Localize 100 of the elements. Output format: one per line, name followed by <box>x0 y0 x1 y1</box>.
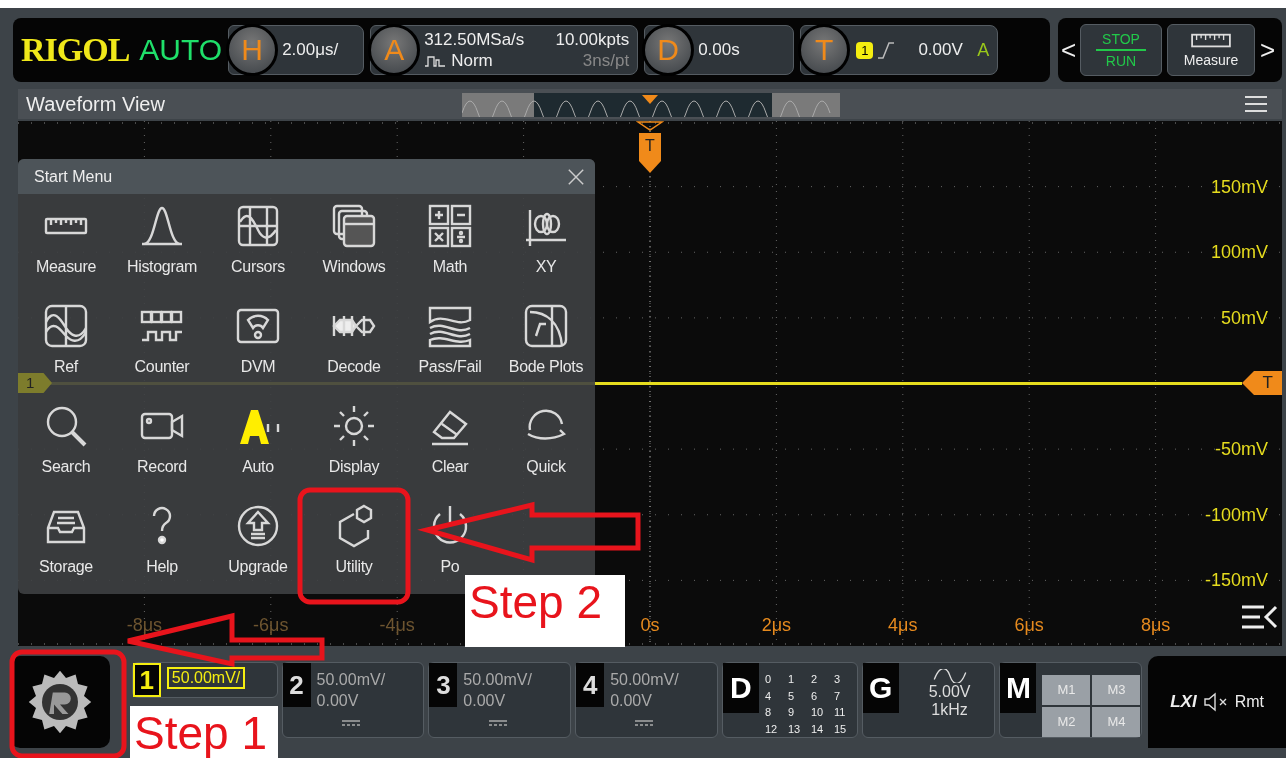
time-axis-label: 8μs <box>1140 615 1171 636</box>
time-axis-label: 0s <box>640 615 660 636</box>
digital-bit-label: 0 <box>764 672 772 687</box>
start-menu-item[interactable]: Quick <box>498 394 594 494</box>
stacked-windows-icon <box>330 202 378 250</box>
start-menu-item[interactable]: XY <box>498 194 594 294</box>
collapse-menu-icon[interactable] <box>1240 603 1280 631</box>
start-menu-item[interactable]: Math <box>402 194 498 294</box>
trigger-panel[interactable]: T 1 0.00V A <box>800 25 999 75</box>
time-axis-label: -6μs <box>253 615 289 636</box>
time-axis-label: -8μs <box>126 615 163 636</box>
digital-bit-label: 12 <box>764 721 779 737</box>
digital-bit-label: 14 <box>810 721 825 737</box>
channel-card[interactable]: 1 50.00mV/ <box>131 662 278 698</box>
channel-scale: 50.00mV/ <box>610 671 679 689</box>
close-icon[interactable] <box>567 167 585 186</box>
time-axis-label: 4μs <box>888 615 918 636</box>
digital-bit-label: 1 <box>787 672 795 687</box>
digital-letter: D <box>722 663 759 713</box>
trigger-sweep: A <box>977 39 990 61</box>
channel-scale: 50.00mV/ <box>463 671 532 689</box>
trigger-source-badge: 1 <box>856 41 874 59</box>
start-menu-item[interactable]: Storage <box>18 494 114 594</box>
trigger-level-marker[interactable]: T <box>1242 371 1282 395</box>
start-menu-item[interactable]: Counter <box>114 294 210 394</box>
digital-bit-label: 10 <box>810 705 825 720</box>
measure-button[interactable]: Measure <box>1167 24 1255 76</box>
memory-depth: 10.00kpts <box>554 29 630 50</box>
digital-bit-label: 9 <box>787 705 795 720</box>
start-menu-item[interactable]: Upgrade <box>210 494 306 594</box>
digital-bit-label: 8 <box>764 705 772 720</box>
channel-offset: 0.00V <box>463 692 507 710</box>
digital-bit-label: 15 <box>833 721 848 737</box>
voltage-axis-label: 100mV <box>1210 242 1268 264</box>
digital-bit-label: 5 <box>787 688 795 704</box>
acquire-mode: Norm <box>451 50 493 71</box>
dc-coupling-icon <box>634 719 655 727</box>
voltage-axis-label: -50mV <box>1215 439 1268 461</box>
menu-icon[interactable] <box>1244 95 1268 113</box>
start-menu-item[interactable]: Search <box>18 394 114 494</box>
time-axis-label: 2μs <box>761 615 792 636</box>
math-letter: M <box>1000 663 1037 713</box>
start-menu-item[interactable]: Decode <box>306 294 402 394</box>
timebase-scale: 2.00μs/ <box>282 40 339 60</box>
start-menu-item[interactable]: Histogram <box>114 194 210 294</box>
acquire-panel[interactable]: A 312.50MSa/s 10.00kpts Norm 3ns/pt <box>370 25 639 75</box>
start-menu-item[interactable]: Windows <box>306 194 402 294</box>
next-button[interactable]: > <box>1260 34 1274 66</box>
voltage-axis-label: 150mV <box>1210 176 1268 198</box>
digital-bit-label: 13 <box>787 721 802 737</box>
digital-card[interactable]: D 0 1 2 3 4 5 6 7 8 9 10 11 12 13 14 15 <box>721 662 858 738</box>
delay-panel[interactable]: D 0.00s <box>644 25 795 75</box>
voltage-axis-label: 50mV <box>1220 307 1268 329</box>
generator-card[interactable]: G 5.00V 1kHz <box>861 662 996 738</box>
start-menu-item[interactable]: DVM <box>210 294 306 394</box>
digital-bit-label: 3 <box>833 672 841 687</box>
digital-bit-label: 4 <box>764 688 772 704</box>
digital-bit-label: 2 <box>810 672 818 687</box>
digital-bit-label: 6 <box>810 688 818 704</box>
step-label: Step 2 <box>465 575 625 647</box>
lxi-label: LXI <box>1170 692 1197 712</box>
voltage-axis-label: -100mV <box>1204 504 1268 526</box>
math-operators-icon <box>426 202 474 250</box>
ruler-icon <box>1189 32 1233 50</box>
start-menu-item[interactable]: Auto <box>210 394 306 494</box>
start-menu-item[interactable]: Record <box>114 394 210 494</box>
channel-scale: 50.00mV/ <box>166 667 246 689</box>
channel-number: 1 <box>132 663 161 697</box>
channel-number: 4 <box>576 663 605 707</box>
channel-number: 3 <box>429 663 458 707</box>
sine-wave-icon <box>931 669 968 683</box>
start-menu-item[interactable]: Cursors <box>210 194 306 294</box>
trigger-level: 0.00V <box>918 40 963 60</box>
channel-number: 2 <box>282 663 311 707</box>
remote-label: Rmt <box>1234 693 1264 711</box>
trigger-position-marker[interactable]: T <box>639 133 661 173</box>
rising-edge-icon <box>876 40 897 60</box>
digital-bit-label: 7 <box>833 688 841 704</box>
voltage-axis-label: -150mV <box>1204 570 1268 592</box>
start-menu-item[interactable]: Bode Plots <box>498 294 594 394</box>
start-menu-item[interactable]: Utility <box>306 494 402 594</box>
time-axis-label: -4μs <box>379 615 415 636</box>
run-stop-button[interactable]: STOP RUN <box>1080 24 1162 76</box>
start-menu-item[interactable]: Help <box>114 494 210 594</box>
previous-button[interactable]: < <box>1061 34 1075 66</box>
delay-value: 0.00s <box>698 40 740 60</box>
generator-frequency: 1kHz <box>931 701 968 719</box>
brand-logo: RIGOL <box>21 31 130 69</box>
waveforms-icon <box>42 302 90 350</box>
channel-marker[interactable]: 1 <box>18 373 52 393</box>
bode-plot-icon <box>522 302 570 350</box>
speaker-muted-icon[interactable] <box>1202 692 1229 712</box>
overview-waveform-drawing[interactable] <box>462 93 842 117</box>
timebase-panel[interactable]: H 2.00μs/ <box>228 25 365 75</box>
generator-amplitude: 5.00V <box>928 683 971 701</box>
start-menu-item[interactable]: Display <box>306 394 402 494</box>
start-menu-item[interactable]: Measure <box>18 194 114 294</box>
time-resolution: 3ns/pt <box>581 50 630 71</box>
start-menu-item[interactable]: Pass/Fail <box>402 294 498 394</box>
start-menu-item[interactable]: Clear <box>402 394 498 494</box>
